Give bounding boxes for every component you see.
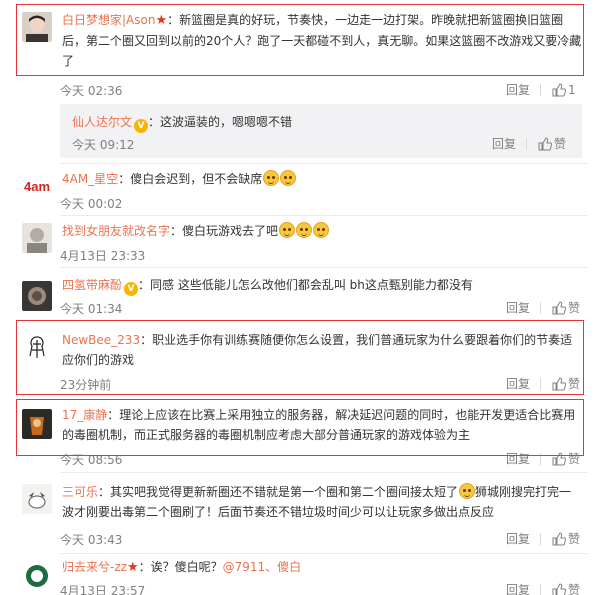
thumbs-up-icon [552,301,567,315]
smile-emoji-icon [280,170,297,186]
comment-text: 波才刚要出毒第二个圈刷了！后面节奏还不错垃圾时间少可以让玩家多做出点反应 [62,505,495,519]
comment-time: 4月13日 23:57 [60,584,146,595]
mention-link[interactable]: 狮城刚搜完打完一 [475,485,571,499]
comment-text: ：诶？傻白呢？ [138,560,223,574]
comment-text: ：傻白会迟到，但不会缺席 [118,172,263,186]
smile-emoji-icon [263,170,280,186]
thumbs-up-icon [552,83,567,97]
comment-time: 今天 00:02 [60,197,123,211]
doge-emoji-icon [279,222,296,238]
comment-item: 三可乐：其实吧我觉得更新新圈还不错就是第一个圈和第二个圈间接太短了 狮城刚搜完打完… [0,472,600,552]
reply-text: ：这波逼装的，嗯嗯嗯不错 [148,115,293,129]
vip-badge-icon: V [124,282,139,296]
comment-author[interactable]: 4AM_星空 [62,172,118,186]
comment-time: 今天 03:43 [60,533,123,547]
avatar[interactable] [22,281,52,311]
reply-button[interactable]: 回复 [506,531,530,547]
comment-time: 4月13日 23:33 [60,249,146,263]
reply-button[interactable]: 回复 [506,82,530,98]
reply-author[interactable]: 仙人达尔文 [72,115,132,129]
like-button[interactable]: 赞 [552,582,580,595]
thumbs-up-icon [538,137,553,151]
sub-reply: 仙人达尔文 V ：这波逼装的，嗯嗯嗯不错 今天 09:12 回复 赞 [60,104,582,158]
avatar[interactable] [22,223,52,253]
comment-item: 4am 4AM_星空：傻白会迟到，但不会缺席 今天 00:02 [0,163,600,215]
comment-author[interactable]: 四氢带麻酚 [62,278,122,292]
reply-button[interactable]: 回复 [506,582,530,595]
thumbs-up-icon [552,583,567,595]
doge-emoji-icon [313,222,330,238]
comment-text: ：同感 这些低能儿怎么改他们都会乱叫 bh这点甄别能力都没有 [138,278,473,292]
comment-author[interactable]: 三可乐 [62,485,98,499]
highlight-box [16,4,584,76]
mention-link[interactable]: @7911、傻白 [223,560,302,574]
comment-item: 四氢带麻酚 V ：同感 这些低能儿怎么改他们都会乱叫 bh这点甄别能力都没有 今天 … [0,267,600,319]
vip-badge-icon: V [134,119,149,133]
comment-item: 找到女朋友就改名字：傻白玩游戏去了吧 4月13日 23:33 [0,215,600,267]
laugh-cry-emoji-icon [459,483,476,499]
doge-emoji-icon [296,222,313,238]
svg-text:4am: 4am [24,179,50,194]
avatar[interactable]: 4am [22,171,52,201]
highlight-box [16,320,584,395]
avatar[interactable] [22,484,52,514]
like-button[interactable]: 1 [552,82,576,98]
star-icon: ★ [126,560,139,575]
comment-time: 今天 02:36 [60,84,123,98]
like-button[interactable]: 赞 [552,531,580,547]
like-button[interactable]: 赞 [552,300,580,316]
like-count: 1 [568,83,576,97]
comment-text: ：其实吧我觉得更新新圈还不错就是第一个圈和第二个圈间接太短了 [98,485,459,499]
thumbs-up-icon [552,532,567,546]
comment-text: ：傻白玩游戏去了吧 [170,224,279,238]
reply-button[interactable]: 回复 [506,300,530,316]
comment-item: 归去来兮-zz★：诶？傻白呢？@7911、傻白 4月13日 23:57 回复 赞 [0,553,600,595]
like-button[interactable]: 赞 [538,136,566,152]
reply-button[interactable]: 回复 [492,136,516,152]
highlight-box [16,399,584,456]
comment-author[interactable]: 找到女朋友就改名字 [62,224,170,238]
reply-time: 今天 09:12 [72,138,135,152]
avatar[interactable] [22,561,52,591]
comment-author[interactable]: 归去来兮-zz [62,560,127,574]
comment-time: 今天 01:34 [60,302,123,316]
